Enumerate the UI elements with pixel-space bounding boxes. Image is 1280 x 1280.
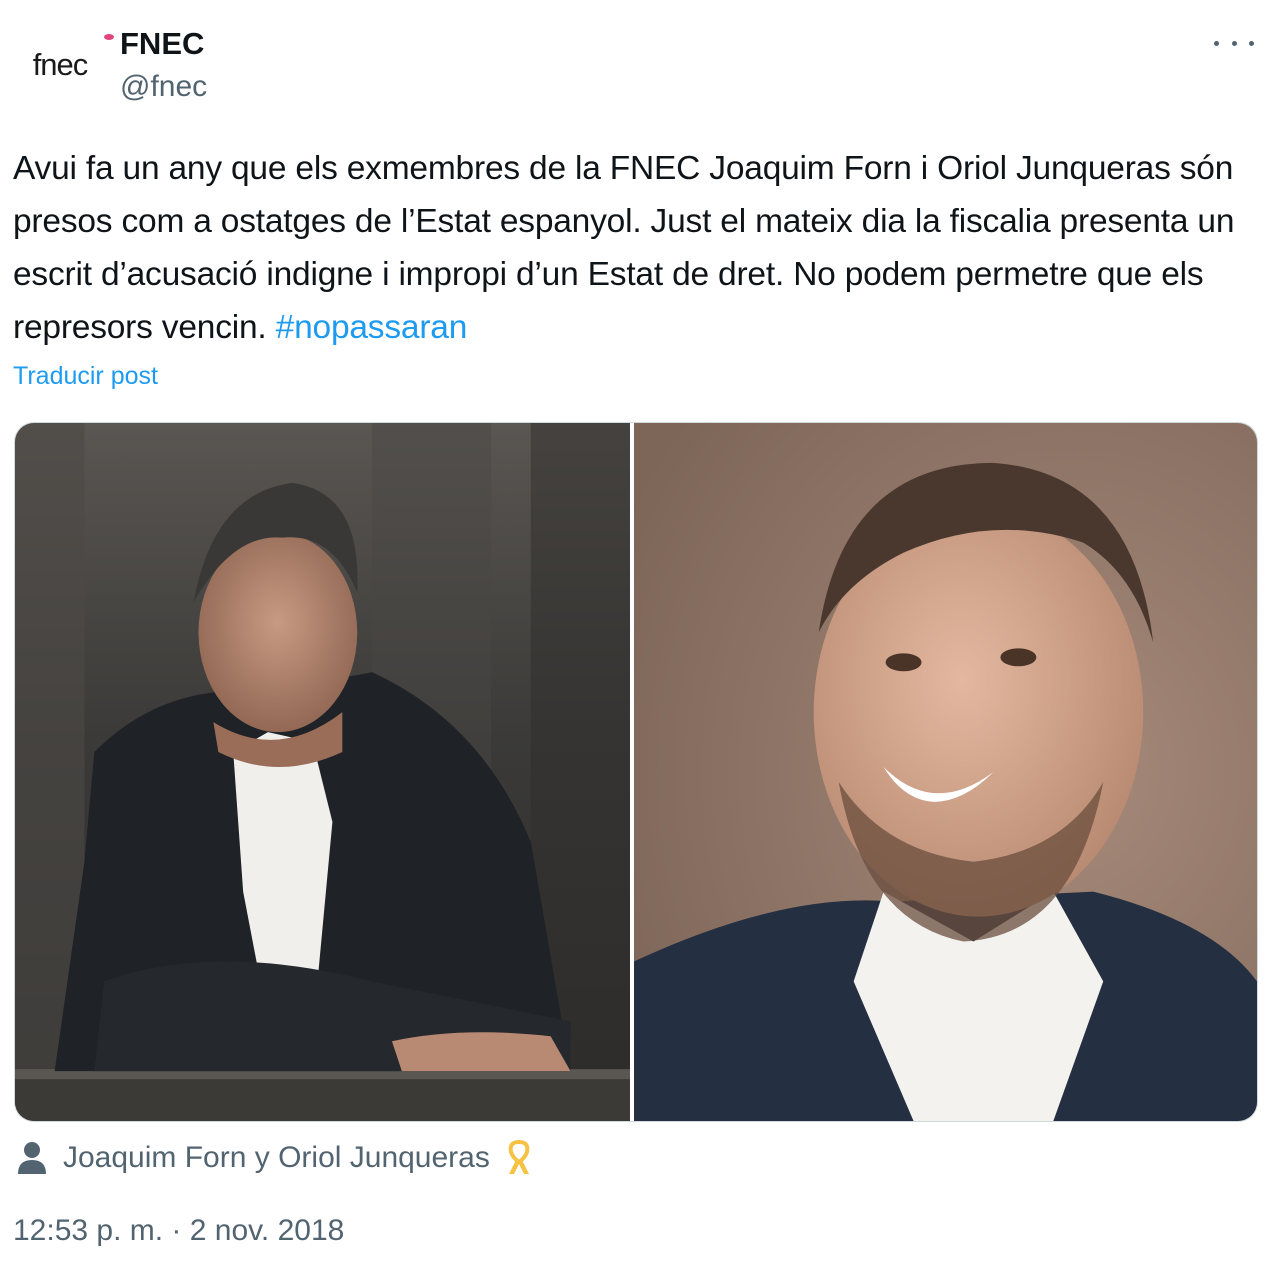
media-grid [14, 422, 1258, 1122]
tagged-people-label[interactable]: Joaquim Forn y Oriol Junqueras [63, 1141, 490, 1175]
post-timestamp[interactable]: 12:53 p. m. · 2 nov. 2018 [13, 1214, 344, 1248]
logo-accent-dot [104, 34, 114, 40]
translate-post-link[interactable]: Traducir post [13, 362, 158, 391]
avatar-logo: fnec [32, 47, 89, 82]
photo-right[interactable] [634, 423, 1257, 1121]
display-name[interactable]: FNEC [120, 26, 204, 62]
more-dot [1214, 40, 1219, 46]
user-handle[interactable]: @fnec [120, 70, 207, 104]
photo-left-image [15, 423, 630, 1121]
more-options-icon[interactable] [1214, 28, 1254, 58]
tweet: fnec FNEC @fnec Avui fa un any que els e… [0, 0, 1280, 1280]
yellow-ribbon-icon [508, 1140, 530, 1174]
hashtag-link[interactable]: #nopassaran [276, 309, 468, 346]
post-text-body: Avui fa un any que els exmembres de la F… [13, 150, 1235, 346]
more-dot [1231, 40, 1237, 46]
more-dot [1249, 40, 1254, 46]
avatar[interactable]: fnec [14, 30, 114, 100]
post-text: Avui fa un any que els exmembres de la F… [13, 142, 1263, 354]
person-icon [18, 1142, 46, 1174]
photo-left[interactable] [15, 423, 634, 1121]
tagged-people: Joaquim Forn y Oriol Junqueras [17, 1136, 532, 1180]
photo-right-image [634, 423, 1257, 1121]
